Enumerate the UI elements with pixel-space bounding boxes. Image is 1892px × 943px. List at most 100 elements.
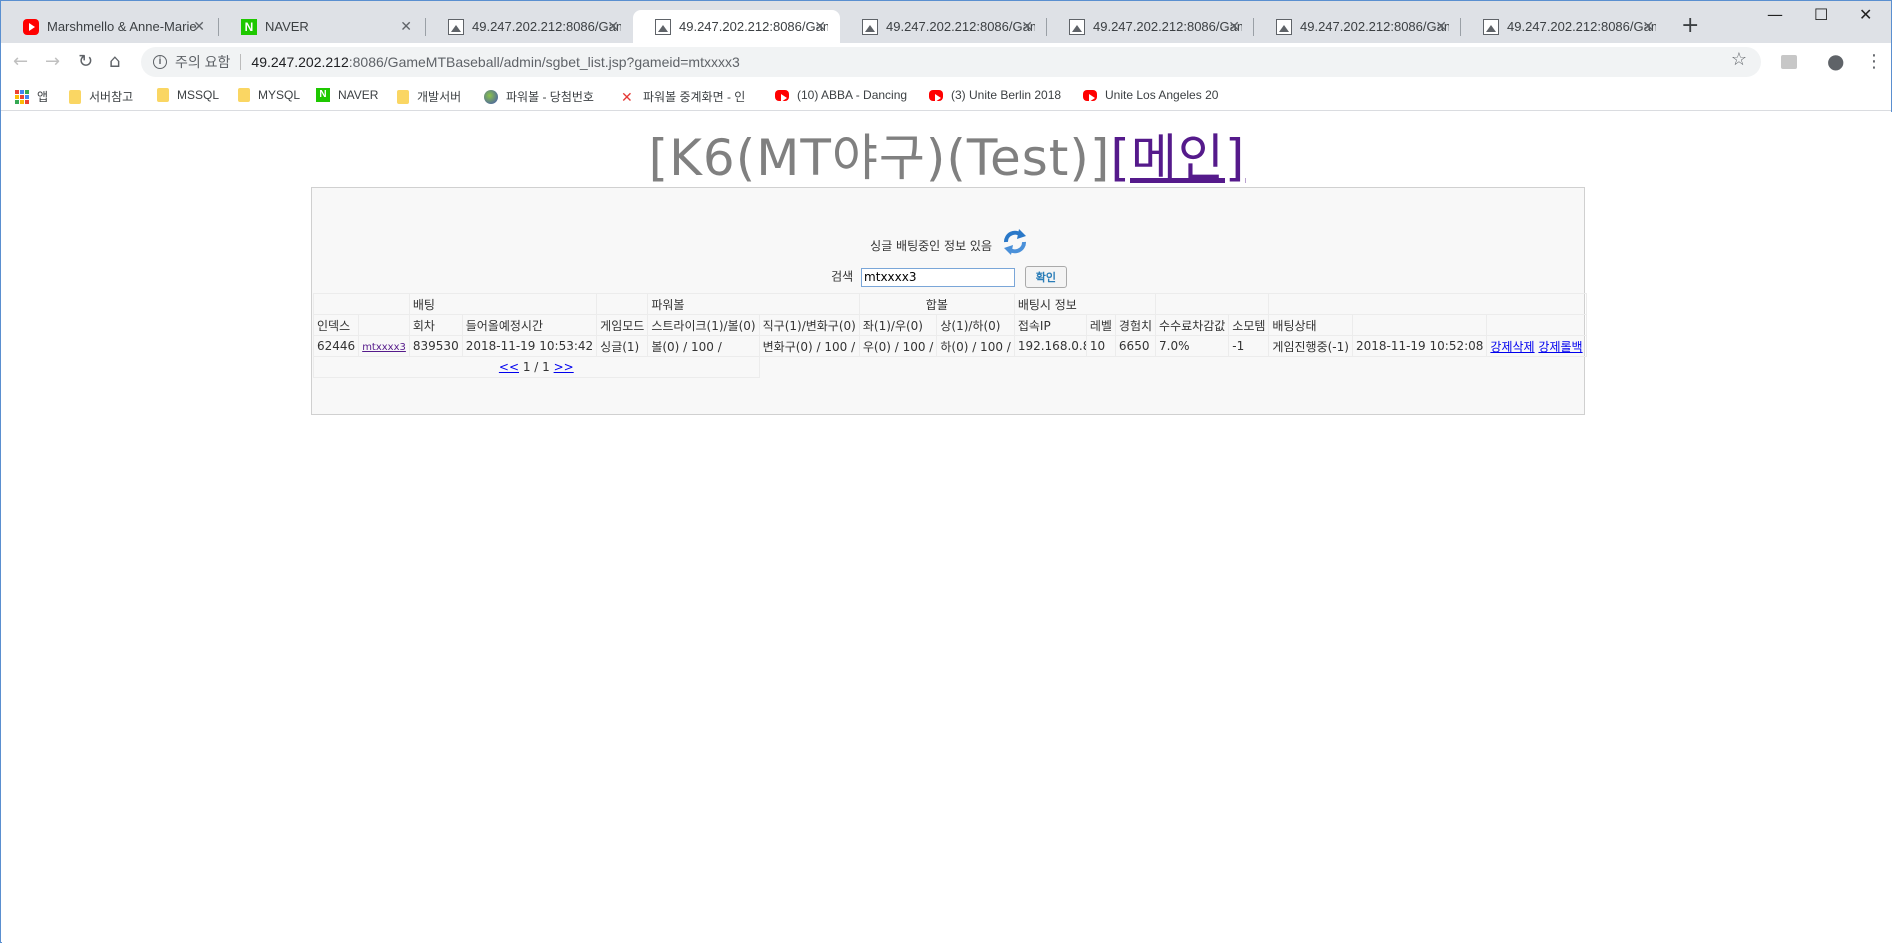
search-input[interactable] — [861, 267, 1016, 287]
cell-state: 게임진행중(-1) — [1268, 335, 1353, 357]
close-icon[interactable]: ✕ — [1435, 18, 1447, 35]
column-header: 게임모드 — [596, 314, 649, 336]
tab-strip: Marshmello & Anne-Marie ✕ N NAVER ✕ 49.2… — [1, 1, 1891, 43]
group-header-sum: 합볼 — [858, 293, 1015, 315]
bookmark-folder-devserver[interactable]: 개발서버 — [397, 88, 461, 105]
maximize-icon[interactable]: ☐ — [1814, 5, 1828, 24]
tab-title: NAVER — [265, 19, 309, 34]
refresh-icon[interactable] — [1002, 228, 1028, 259]
bookmark-naver[interactable]: N NAVER — [316, 88, 378, 102]
group-header-powerball: 파워볼 — [647, 293, 860, 315]
reload-icon[interactable]: ↻ — [78, 51, 93, 72]
pager-prev[interactable]: << — [499, 360, 519, 374]
bookmark-unite-berlin[interactable]: (3) Unite Berlin 2018 — [929, 88, 1064, 102]
bookmark-apps[interactable]: 앱 — [15, 88, 48, 105]
bookmark-label: Unite Los Angeles 20 — [1105, 88, 1219, 102]
column-header: 접속IP — [1013, 314, 1087, 336]
powerball-icon — [484, 89, 498, 104]
close-icon[interactable]: ✕ — [193, 18, 205, 35]
youtube-icon — [1083, 89, 1097, 102]
bookmark-folder-mysql[interactable]: MYSQL — [238, 88, 300, 102]
folder-icon — [238, 88, 250, 102]
tab-title: 49.247.202.212:8086/Game — [679, 19, 828, 34]
tab-title: 49.247.202.212:8086/Game — [1300, 19, 1449, 34]
tab-title: 49.247.202.212:8086/Game — [886, 19, 1035, 34]
bet-table: 배팅 파워볼 합볼 배팅시 정보 인덱스 회차 들어올예정시간 게임모드 스트라… — [312, 293, 1587, 378]
column-header: 소모템 — [1228, 314, 1270, 336]
close-icon[interactable]: ✕ — [1228, 18, 1240, 35]
tab-game-6[interactable]: 49.247.202.212:8086/Game ✕ — [1461, 10, 1668, 43]
tab-game-3[interactable]: 49.247.202.212:8086/Game ✕ — [840, 10, 1047, 43]
back-icon[interactable]: ← — [13, 51, 28, 72]
youtube-icon — [775, 89, 789, 102]
cell-up-down: 하(0) / 100 / — [936, 335, 1015, 357]
address-bar[interactable]: i 주의 요함 49.247.202.212:8086/GameMTBaseba… — [141, 47, 1761, 77]
cell-exp: 6650 — [1114, 335, 1157, 357]
force-rollback-link[interactable]: 강제롤백 — [1538, 340, 1582, 354]
bookmarks-bar: 앱 서버참고 MSSQL MYSQL N NAVER 개발서버 파워볼 - 당첨… — [1, 82, 1891, 111]
status-text: 싱글 배팅중인 정보 있음 — [870, 239, 993, 253]
folder-icon — [157, 88, 169, 102]
tab-naver[interactable]: N NAVER ✕ — [219, 10, 426, 43]
main-link[interactable]: [메인] — [1110, 129, 1245, 187]
confirm-button[interactable]: 확인 — [1024, 266, 1067, 288]
menu-icon[interactable]: ⋮ — [1865, 51, 1883, 72]
bookmark-powerball-result[interactable]: 파워볼 - 당첨번호 — [484, 88, 594, 105]
bookmark-folder-mssql[interactable]: MSSQL — [157, 88, 219, 102]
tab-game-active[interactable]: 49.247.202.212:8086/Game ✕ — [633, 10, 840, 43]
bookmark-label: 파워볼 - 당첨번호 — [506, 90, 594, 104]
column-header: 좌(1)/우(0) — [858, 314, 938, 336]
cell-bet-time: 2018-11-19 10:52:08 — [1351, 335, 1488, 357]
search-label: 검색 — [831, 269, 854, 284]
bookmark-label: 파워볼 중계화면 - 인 — [643, 90, 746, 104]
home-icon[interactable]: ⌂ — [109, 51, 120, 72]
tab-game-1[interactable]: 49.247.202.212:8086/Game ✕ — [426, 10, 633, 43]
page-content: [K6(MT야구)(Test)][메인] 싱글 배팅중인 정보 있음 검색 확인 — [2, 112, 1892, 943]
close-icon[interactable]: ✕ — [607, 18, 619, 35]
bookmark-label: 서버참고 — [89, 90, 134, 104]
group-header-bet-info: 배팅시 정보 — [1013, 293, 1157, 315]
url-host: 49.247.202.212 — [251, 54, 349, 70]
naver-icon: N — [241, 18, 257, 35]
profile-icon[interactable]: ● — [1827, 49, 1844, 73]
cell-round: 839530 — [408, 335, 463, 357]
new-tab-button[interactable]: + — [1681, 13, 1699, 38]
pager-info: 1 / 1 — [522, 360, 550, 374]
extension-icon[interactable] — [1781, 55, 1797, 69]
tab-game-5[interactable]: 49.247.202.212:8086/Game ✕ — [1254, 10, 1461, 43]
cell-level: 10 — [1085, 335, 1116, 357]
close-icon[interactable]: ✕ — [400, 18, 412, 35]
bookmark-folder-server[interactable]: 서버참고 — [69, 88, 133, 105]
tab-title: 49.247.202.212:8086/Game — [1093, 19, 1242, 34]
pager-row: << 1 / 1 >> — [313, 356, 1587, 378]
minimize-icon[interactable]: — — [1767, 5, 1783, 24]
bookmark-powerball-live[interactable]: ✕ 파워볼 중계화면 - 인 — [621, 88, 761, 105]
bookmark-label: 앱 — [37, 90, 49, 104]
column-header: 수수료차감값 — [1155, 314, 1230, 336]
info-icon[interactable]: i — [153, 55, 167, 69]
image-icon — [448, 18, 464, 35]
close-icon[interactable]: ✕ — [814, 18, 826, 35]
security-label: 주의 요함 — [175, 54, 231, 70]
bookmark-unite-la[interactable]: Unite Los Angeles 20 — [1083, 88, 1219, 102]
close-window-icon[interactable]: ✕ — [1859, 5, 1872, 24]
image-icon — [1276, 18, 1292, 35]
close-icon[interactable]: ✕ — [1021, 18, 1033, 35]
pager-next[interactable]: >> — [554, 360, 574, 374]
image-icon — [862, 18, 878, 35]
bookmark-star-icon[interactable]: ☆ — [1731, 49, 1747, 70]
cell-item: -1 — [1228, 335, 1270, 357]
content-panel: 싱글 배팅중인 정보 있음 검색 확인 배팅 — [311, 187, 1587, 415]
force-delete-link[interactable]: 강제삭제 — [1490, 340, 1534, 354]
table-row: 62446 mtxxxx3 839530 2018-11-19 10:53:42… — [312, 335, 1587, 357]
tab-youtube[interactable]: Marshmello & Anne-Marie ✕ — [1, 10, 219, 43]
search-row: 검색 확인 — [312, 266, 1586, 288]
cell-ip: 192.168.0.8 — [1013, 335, 1087, 357]
cell-expected-time: 2018-11-19 10:53:42 — [461, 335, 598, 357]
bookmark-abba[interactable]: (10) ABBA - Dancing — [775, 88, 913, 102]
tab-title: Marshmello & Anne-Marie — [47, 19, 197, 34]
gameid-link[interactable]: mtxxxx3 — [362, 342, 406, 353]
tab-game-4[interactable]: 49.247.202.212:8086/Game ✕ — [1047, 10, 1254, 43]
forward-icon[interactable]: → — [45, 51, 60, 72]
close-icon[interactable]: ✕ — [1642, 18, 1654, 35]
